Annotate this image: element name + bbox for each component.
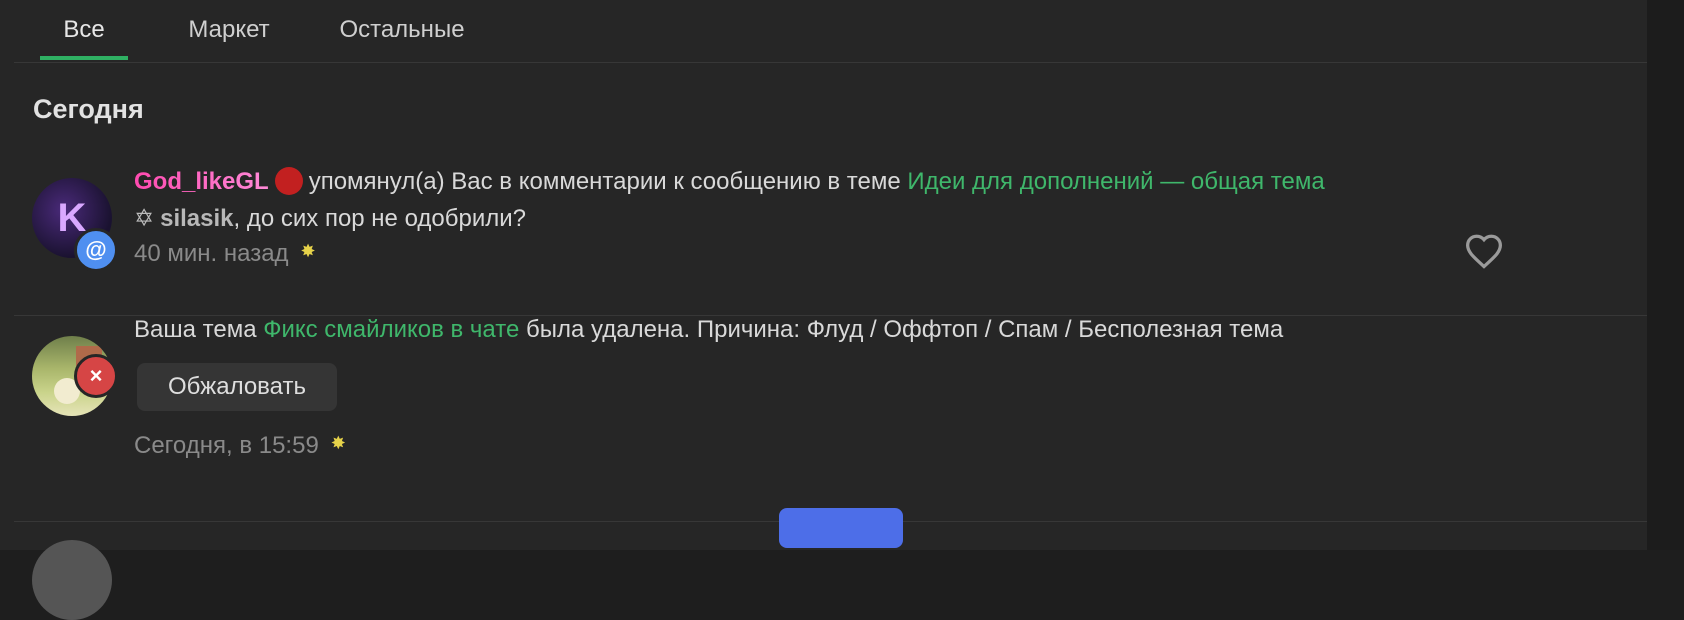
tab-market[interactable]: Маркет xyxy=(164,0,294,60)
notification-item: K @ God_likeGL упомянул(а) Вас в коммента… xyxy=(14,150,1647,316)
timestamp-text: Сегодня, в 15:59 xyxy=(134,432,319,459)
timestamp: 40 мин. назад ✸ xyxy=(134,240,316,268)
quote-username[interactable]: silasik xyxy=(160,205,233,232)
active-tab-indicator xyxy=(40,56,128,60)
notification-prefix: Ваша тема xyxy=(134,316,257,343)
timestamp-text: 40 мин. назад xyxy=(134,240,289,267)
user-rank-icon xyxy=(274,166,303,195)
tab-all[interactable]: Все xyxy=(40,0,128,60)
quote-text: ✡ silasik, до сих пор не одобрили? xyxy=(134,204,526,233)
new-indicator-icon: ✸ xyxy=(330,433,346,453)
notification-suffix: была удалена. Причина: Флуд / Оффтоп / С… xyxy=(526,316,1284,343)
tab-other[interactable]: Остальные xyxy=(324,0,480,60)
notification-text: Ваша тема Фикс смайликов в чате была уда… xyxy=(134,316,1283,344)
right-gutter xyxy=(1647,0,1684,550)
notification-item: × Ваша тема Фикс смайликов в чате была у… xyxy=(14,316,1647,522)
quote-body: , до сих пор не одобрили? xyxy=(233,205,527,232)
section-title: Сегодня xyxy=(33,94,144,124)
timestamp: Сегодня, в 15:59 ✸ xyxy=(134,432,346,460)
quote-icon: ✡ xyxy=(134,205,155,232)
notifications-panel: Все Маркет Остальные Сегодня K @ God_lik… xyxy=(0,0,1647,620)
tab-bar: Все Маркет Остальные xyxy=(14,0,1647,63)
avatar[interactable] xyxy=(32,540,112,620)
notification-action: упомянул(а) Вас в комментарии к сообщени… xyxy=(308,168,901,195)
heart-icon[interactable] xyxy=(1464,233,1504,269)
new-indicator-icon: ✸ xyxy=(300,241,316,261)
appeal-button[interactable]: Обжаловать xyxy=(137,363,337,411)
thread-link[interactable]: Идеи для дополнений — общая тема xyxy=(907,168,1324,195)
username-link[interactable]: God_likeGL xyxy=(134,168,269,195)
thread-link[interactable]: Фикс смайликов в чате xyxy=(263,316,519,343)
user-tag-badge[interactable] xyxy=(779,508,903,548)
notification-text: God_likeGL упомянул(а) Вас в комментарии … xyxy=(134,166,1325,197)
notification-item xyxy=(14,508,1647,620)
mention-icon: @ xyxy=(74,228,118,272)
delete-icon: × xyxy=(74,354,118,398)
